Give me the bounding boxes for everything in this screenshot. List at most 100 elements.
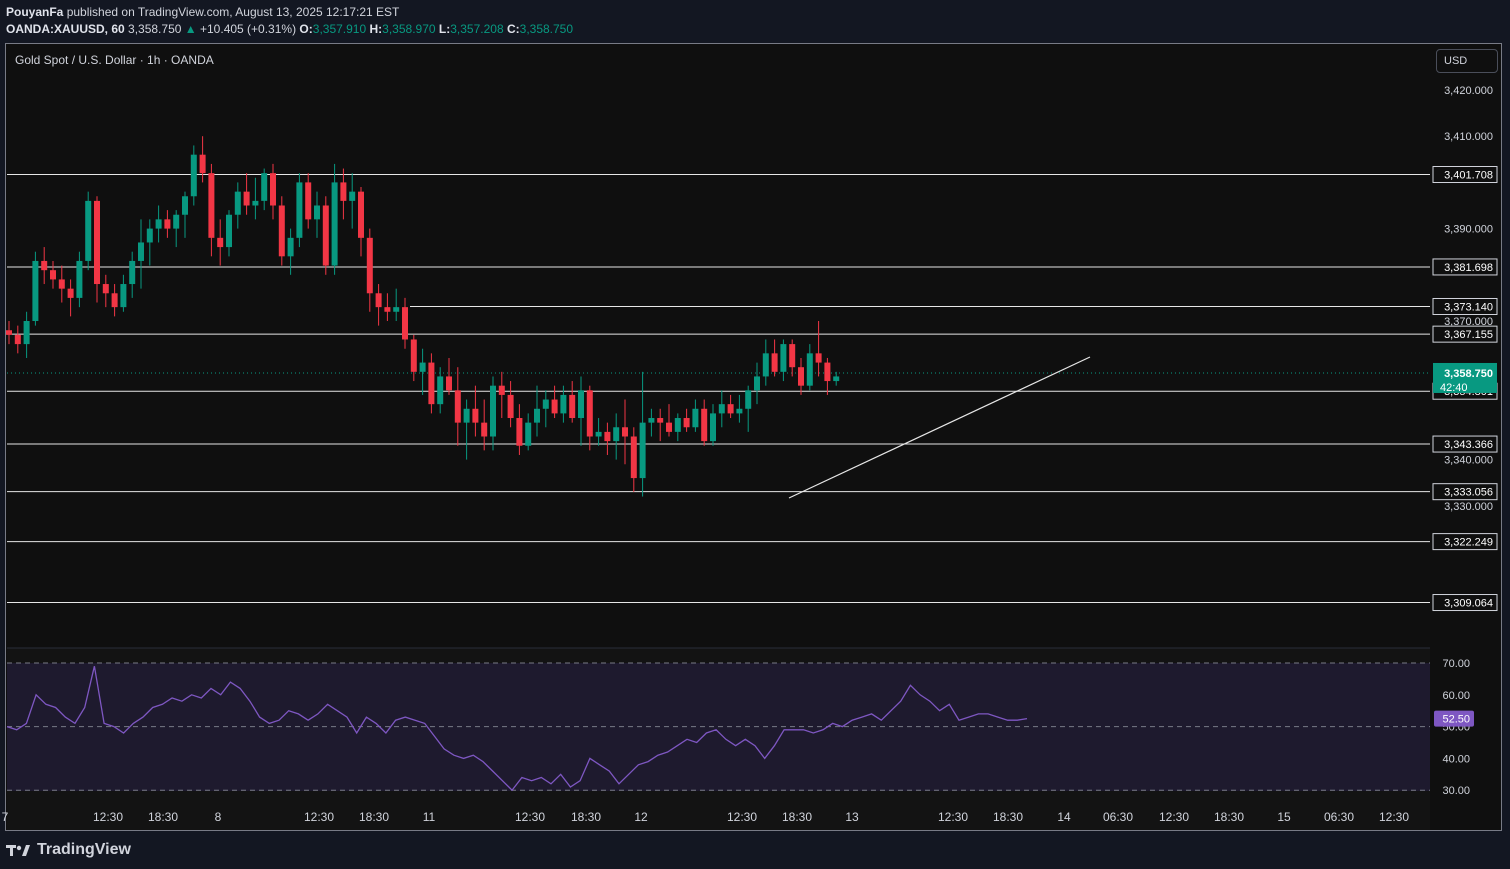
candle-body [410,339,417,372]
level-label: 3,309.064 [1444,598,1493,610]
candle-body [569,394,576,419]
candle-body [234,191,241,215]
candle-body [138,242,144,261]
candle-body [252,200,259,206]
time-tick-label: 18:30 [148,810,178,824]
price-chart[interactable]: 3,420.0003,410.0003,390.0003,370.0003,34… [0,0,1510,869]
time-tick-label: 18:30 [359,810,389,824]
candle-body [164,219,171,229]
candle-body [76,260,83,298]
candle-body [322,205,329,266]
candle-body [490,385,496,437]
price-tick-label: 3,390.000 [1444,224,1493,236]
candle-body [525,422,532,446]
candle-body [771,353,778,372]
candle-body [718,404,725,414]
candle-body [146,228,153,243]
candle-body [305,182,312,220]
candle-body [402,307,408,340]
time-tick-label: 18:30 [571,810,601,824]
candle-body [85,200,92,261]
candle-body [578,390,584,419]
candle-body [639,422,646,479]
candle-body [358,191,364,238]
time-tick-label: 12:30 [938,810,968,824]
currency-button[interactable]: USD [1436,49,1498,73]
candle-body [754,376,760,391]
time-tick-label: 12:30 [93,810,123,824]
countdown-label: 42:40 [1440,382,1468,394]
candle-body [23,321,30,345]
candle-body [833,376,840,382]
candle-body [604,431,611,442]
level-label: 3,343.366 [1444,439,1493,451]
candle-body [454,390,461,423]
candle-body [67,288,74,298]
candle-body [314,205,320,220]
candle-body [331,182,338,266]
time-tick-label: 06:30 [1324,810,1354,824]
rsi-tick-label: 40.00 [1442,753,1470,765]
candle-body [736,408,743,414]
candle-body [666,422,672,432]
candle-body [287,237,294,257]
time-tick-label: 11 [423,810,436,824]
price-tick-label: 3,340.000 [1444,455,1493,467]
rsi-value-label: 52.50 [1442,714,1470,726]
candle-body [366,237,373,294]
candle-body [111,293,118,308]
candle-body [745,390,752,409]
time-tick-label: 18:30 [1214,810,1244,824]
candle-body [516,418,523,446]
candle-body [780,344,787,372]
time-tick-label: 18:30 [993,810,1023,824]
candle-body [727,404,734,414]
candle-body [190,154,197,197]
candle-body [14,334,21,345]
candle-body [762,353,769,377]
candle-body [507,394,514,419]
candle-body [630,436,637,479]
candle-body [815,353,822,363]
candle-body [586,390,593,437]
rsi-tick-label: 30.00 [1442,785,1470,797]
price-tick-label: 3,410.000 [1444,131,1493,143]
candle-body [182,196,188,215]
candle-body [199,154,206,174]
rsi-tick-label: 60.00 [1442,690,1470,702]
time-tick-label: 12:30 [304,810,334,824]
time-tick-label: 12:30 [1379,810,1409,824]
time-tick-label: 12:30 [515,810,545,824]
time-tick-label: 12:30 [727,810,757,824]
time-tick-label: 8 [215,810,222,824]
candle-body [622,427,628,437]
level-label: 3,373.140 [1444,301,1493,313]
price-tick-label: 3,330.000 [1444,501,1493,513]
candle-body [340,182,347,201]
tradingview-logo[interactable]: TradingView [6,841,131,859]
time-tick-label: 18:30 [782,810,812,824]
candle-body [58,279,65,289]
candle-body [384,307,391,312]
price-tick-label: 3,420.000 [1444,85,1493,97]
candle-body [32,260,39,321]
candle-body [648,418,655,423]
candle-body [50,270,56,280]
candle-body [463,408,470,423]
candle-body [446,376,452,391]
time-tick-label: 7 [2,810,9,824]
time-tick-label: 15 [1277,810,1291,824]
candle-body [551,399,558,414]
candle-body [498,385,505,395]
time-tick-label: 14 [1057,810,1071,824]
candle-body [613,427,620,442]
candle-body [534,408,540,423]
candle-body [560,394,567,414]
candle-body [798,367,804,386]
candle-body [472,408,479,423]
candle-body [674,418,681,432]
candle-body [481,422,488,437]
candle-body [129,260,136,285]
candle-body [120,284,127,308]
candle-body [226,214,232,248]
